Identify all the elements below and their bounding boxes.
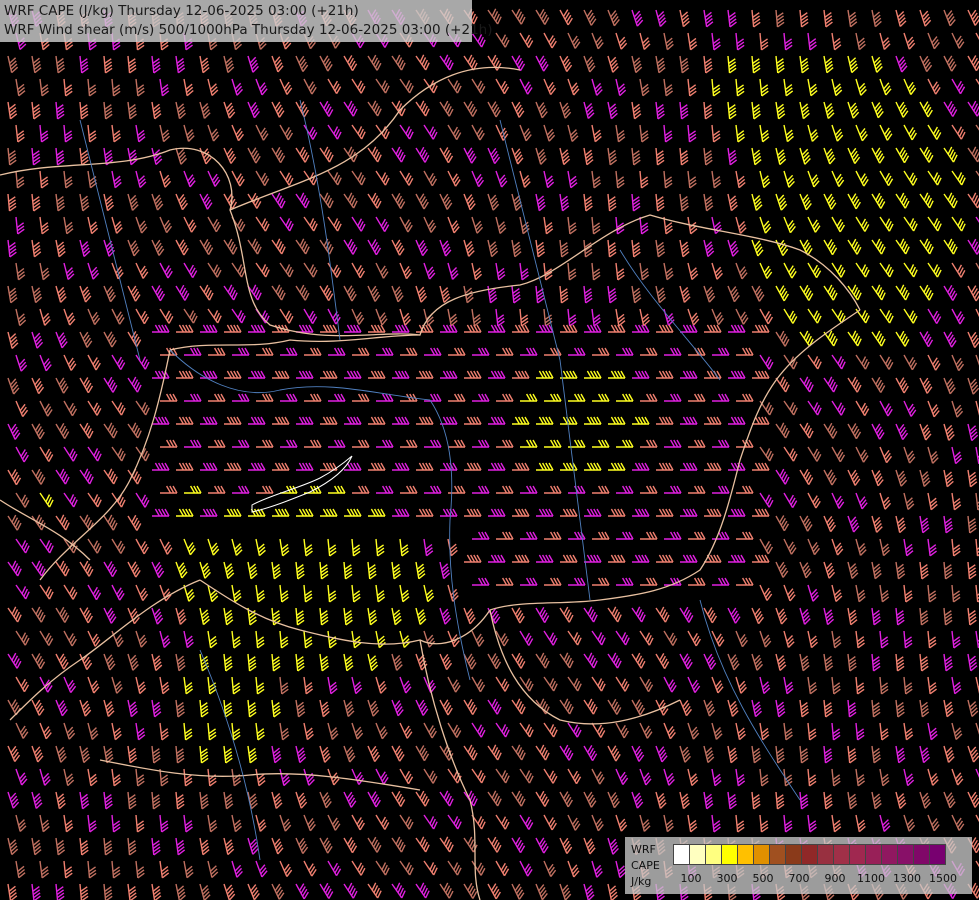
cape-legend: WRF CAPE J/kg 100 300 500 700 900 1100 1300 150… bbox=[625, 837, 972, 894]
legend-swatch bbox=[705, 844, 722, 865]
weather-map bbox=[0, 0, 979, 900]
legend-swatch bbox=[721, 844, 738, 865]
legend-variable-label: CAPE bbox=[631, 859, 660, 872]
legend-swatch bbox=[865, 844, 882, 865]
cape-title: WRF CAPE (J/kg) Thursday 12-06-2025 03:0… bbox=[4, 3, 359, 19]
legend-swatch bbox=[753, 844, 770, 865]
legend-swatch bbox=[913, 844, 930, 865]
legend-swatch bbox=[849, 844, 866, 865]
legend-swatch bbox=[673, 844, 690, 865]
legend-tick-label: 1100 bbox=[857, 872, 885, 885]
legend-swatch bbox=[769, 844, 786, 865]
legend-swatch bbox=[881, 844, 898, 865]
legend-tick-labels: 100 300 500 700 900 1100 1300 1500 bbox=[673, 872, 973, 888]
legend-swatch bbox=[897, 844, 914, 865]
legend-unit-label: J/kg bbox=[631, 875, 652, 888]
legend-model-label: WRF bbox=[631, 843, 656, 856]
legend-swatch bbox=[785, 844, 802, 865]
legend-swatch bbox=[817, 844, 834, 865]
legend-tick-label: 700 bbox=[788, 872, 810, 885]
legend-tick-label: 300 bbox=[716, 872, 738, 885]
legend-swatch bbox=[689, 844, 706, 865]
legend-swatch bbox=[737, 844, 754, 865]
legend-tick-label: 1300 bbox=[893, 872, 921, 885]
map-title-box: WRF CAPE (J/kg) Thursday 12-06-2025 03:0… bbox=[0, 0, 493, 42]
wind-shear-title: WRF Wind shear (m/s) 500/1000hPa Thursda… bbox=[4, 22, 493, 38]
legend-tick-label: 100 bbox=[680, 872, 702, 885]
legend-swatch bbox=[801, 844, 818, 865]
legend-tick-label: 900 bbox=[824, 872, 846, 885]
legend-tick-label: 500 bbox=[752, 872, 774, 885]
legend-swatch bbox=[833, 844, 850, 865]
legend-tick-label: 1500 bbox=[929, 872, 957, 885]
legend-swatch bbox=[929, 844, 946, 865]
legend-color-scale bbox=[673, 844, 946, 865]
